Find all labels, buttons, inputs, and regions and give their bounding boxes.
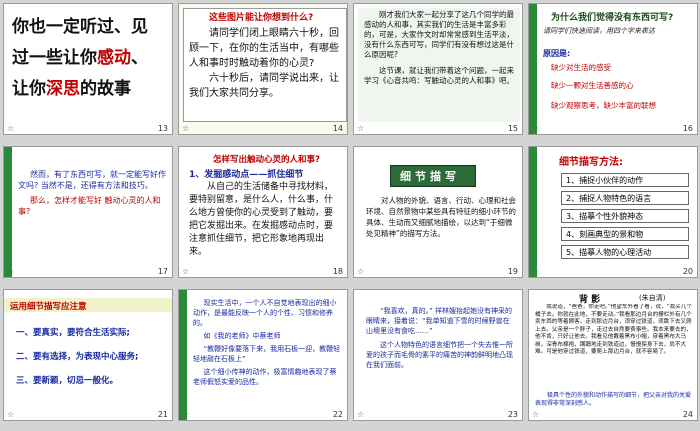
star-icon: ☆: [357, 267, 365, 276]
slide-number: 17: [157, 267, 168, 276]
slide-24-author: (朱自清): [639, 294, 666, 302]
slide-17-body: 然而，有了东西可写，就一定能写好作文吗? 当然不是，还得有方法和技巧。: [18, 170, 166, 190]
slide-14-body: 请同学们闭上眼睛六十秒，回顾一下，在你的生活当中，有哪些人和事时时触动着你的心灵…: [189, 28, 339, 69]
slide-number: 18: [332, 267, 343, 276]
slide-sorter-grid: 你也一定听过、见 过一些让你感动、 让你深思的故事 ☆ 13 这些图片能让你想到…: [0, 0, 700, 431]
star-icon: ☆: [7, 124, 15, 133]
star-icon: ☆: [532, 124, 540, 133]
slide-20-item-1: 1、捕捉小伙伴的动作: [561, 173, 689, 187]
slide-thumbnail-16[interactable]: 为什么我们觉得没有东西可写? 请同学们快速阅读，用四个字来表达 原因是: 缺少对…: [528, 3, 698, 135]
slide-number: 15: [507, 124, 518, 133]
slide-22-example: 如《我的老师》中蔡老师: [203, 332, 281, 340]
slide-number: 23: [507, 410, 518, 419]
slide-18-title: 怎样写出触动心灵的人和事?: [213, 155, 320, 165]
slide-21-title: 运用细节描写应注意: [10, 302, 87, 312]
slide-thumbnail-24[interactable]: 背 影 (朱自清) 我说道，“爸爸，你走吧。”他望车外看了看，说，“我买几个橘子…: [528, 289, 698, 421]
slide-thumbnail-22[interactable]: 现实生活中，一个人不自觉地表现出的细小动作，是最能反映一个人的个性、习惯和修养的…: [178, 289, 348, 421]
slide-thumbnail-20[interactable]: 细节描写方法: 1、捕捉小伙伴的动作 2、捕捉人物特色的语言 3、描摹个性外貌神…: [528, 146, 698, 278]
slide-13-line-3: 让你深思的故事: [12, 79, 131, 99]
slide-thumbnail-13[interactable]: 你也一定听过、见 过一些让你感动、 让你深思的故事 ☆ 13: [3, 3, 173, 135]
slide-24-tail: 极具个性的外貌和动作描写的细节，把父亲对我的关爱表现得非常深刻感人。: [535, 392, 692, 407]
slide-21-item-3: 三、要新颖，切忌一般化。: [16, 376, 119, 386]
slide-20-item-4: 4、刻画典型的景和物: [561, 227, 689, 241]
slide-18-heading: 1、发掘感动点——抓住细节: [189, 170, 304, 180]
slide-16-body: 请同学们快速阅读，用四个字来表达: [543, 27, 655, 35]
slide-23-body: “我喜欢，真的。” 祥林嫂抬起她没有神采的眼睛来，接着说：“我单知道下雪的时候野…: [366, 307, 512, 335]
slide-20-item-2: 2、捕捉人物特色的语言: [561, 191, 689, 205]
slide-14-title: 这些图片能让你想到什么?: [209, 13, 314, 23]
slide-number: 16: [682, 124, 693, 133]
slide-number: 19: [507, 267, 518, 276]
star-icon: ☆: [182, 124, 190, 133]
star-icon: ☆: [357, 410, 365, 419]
slide-22-quote: “教鞭好像要落下来，我用石板一迎，教鞭轻轻地敲在石板上”: [193, 345, 341, 363]
slide-17-body2: 那么，怎样才能写好 触动心灵的人和事?: [18, 196, 161, 216]
slide-15-body2: 这节课，就让我们带着这个问题，一起来学习《心音共鸣：写触动心灵的人和事》吧。: [364, 66, 514, 85]
slide-21-item-2: 二、要有选择，为表现中心服务;: [16, 352, 139, 362]
slide-thumbnail-21[interactable]: 运用细节描写应注意 一、要真实，要符合生活实际; 二、要有选择，为表现中心服务;…: [3, 289, 173, 421]
slide-15-body: 刚才我们大家一起分享了这几个同学的最感动的人和事，其实我们的生活是丰富多彩的，可…: [364, 10, 514, 59]
slide-number: 20: [682, 267, 693, 276]
star-icon: ☆: [532, 410, 540, 419]
slide-20-title: 细节描写方法:: [559, 157, 623, 168]
slide-thumbnail-23[interactable]: “我喜欢，真的。” 祥林嫂抬起她没有神采的眼睛来，接着说：“我单知道下雪的时候野…: [353, 289, 523, 421]
slide-22-body: 现实生活中，一个人不自觉地表现出的细小动作，是最能反映一个人的个性、习惯和修养的…: [193, 299, 337, 327]
slide-thumbnail-19[interactable]: 细节描写 对人物的外貌、语言、行动、心理和社会环境、自然景物中某些具有特征的细小…: [353, 146, 523, 278]
slide-thumbnail-15[interactable]: 刚才我们大家一起分享了这几个同学的最感动的人和事，其实我们的生活是丰富多彩的，可…: [353, 3, 523, 135]
slide-23-body2: 这个人物特色的语言细节把一个失去惟一所爱的孩子而毛骨的素平的痛苦的神韵鲜明地凸现…: [366, 341, 513, 369]
slide-24-body: 我说道，“爸爸，你走吧。”他望车外看了看，说，“我买几个橘子去。你就在此地，不要…: [535, 304, 692, 355]
slide-22-body2: 这个细小传神的动作，极富情趣地表现了蔡老师假怒实爱的品性。: [193, 368, 337, 386]
star-icon: ☆: [7, 267, 15, 276]
slide-number: 13: [157, 124, 168, 133]
slide-16-title: 为什么我们觉得没有东西可写?: [551, 13, 674, 23]
slide-thumbnail-18[interactable]: 怎样写出触动心灵的人和事? 1、发掘感动点——抓住细节 从自己的生活储备中寻找材…: [178, 146, 348, 278]
slide-thumbnail-14[interactable]: 这些图片能让你想到什么? 请同学们闭上眼睛六十秒，回顾一下，在你的生活当中，有哪…: [178, 3, 348, 135]
star-icon: ☆: [532, 267, 540, 276]
slide-13-line-1: 你也一定听过、见: [12, 17, 148, 37]
slide-number: 21: [157, 410, 168, 419]
slide-20-item-3: 3、描摹个性外貌神态: [561, 209, 689, 223]
slide-14-body2: 六十秒后，请同学说出来，让我们大家共同分享。: [189, 73, 339, 99]
slide-18-body: 从自己的生活储备中寻找材料，要特别留意，是什么人，什么事，什么地方曾使你的心灵受…: [189, 182, 334, 257]
slide-21-item-1: 一、要真实，要符合生活实际;: [16, 328, 130, 338]
star-icon: ☆: [357, 124, 365, 133]
slide-19-body: 对人物的外貌、语言、行动、心理和社会环境、自然景物中某些具有特征的细小环节的具体…: [366, 196, 516, 238]
slide-number: 22: [332, 410, 343, 419]
slide-13-line-2: 过一些让你感动、: [12, 48, 148, 68]
slide-16-reason-2: 缺少一颗对生活善感的心: [551, 81, 634, 90]
slide-16-sub: 原因是:: [543, 49, 571, 58]
slide-thumbnail-17[interactable]: 然而，有了东西可写，就一定能写好作文吗? 当然不是，还得有方法和技巧。 那么，怎…: [3, 146, 173, 278]
star-icon: ☆: [7, 410, 15, 419]
star-icon: ☆: [182, 410, 190, 419]
slide-number: 14: [332, 124, 343, 133]
star-icon: ☆: [182, 267, 190, 276]
slide-20-item-5: 5、描摹人物的心理活动: [561, 245, 689, 259]
slide-16-reason-1: 缺少对生活的感受: [551, 63, 611, 72]
slide-16-reason-3: 缺少观察思考，缺少丰富的联想: [551, 101, 656, 110]
slide-19-title: 细节描写: [400, 170, 460, 183]
slide-number: 24: [682, 410, 693, 419]
